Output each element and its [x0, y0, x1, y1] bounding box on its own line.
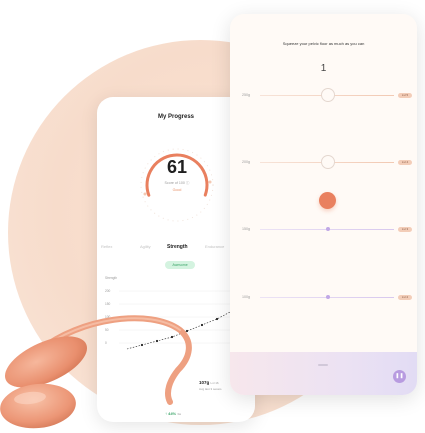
- tab-endurance[interactable]: Endurance: [205, 244, 224, 249]
- weight-label: 200g: [242, 160, 250, 164]
- target-ring: [321, 155, 335, 169]
- pause-icon: ❚❚: [395, 373, 404, 379]
- score-value: 61: [166, 157, 188, 177]
- squeeze-indicator: [319, 192, 336, 209]
- weight-label: 250g: [242, 93, 250, 97]
- rep-counter: 1: [320, 63, 327, 74]
- weight-label: 100g: [242, 295, 250, 299]
- tab-strength[interactable]: Strength: [167, 244, 188, 250]
- exercise-phone: Squeeze your pelvic floor as much as you…: [230, 14, 417, 395]
- pause-button[interactable]: ❚❚: [393, 370, 406, 383]
- level-badge: Lvl 2: [398, 295, 412, 300]
- weight-label: 150g: [242, 227, 250, 231]
- strength-value: 107g Lvl 16: [199, 380, 219, 385]
- level-dot: [326, 227, 330, 231]
- level-badge: Lvl 4: [398, 160, 412, 165]
- control-bar: ❚❚: [230, 352, 417, 395]
- level-badge: Lvl 5: [398, 93, 412, 98]
- tab-reflex[interactable]: Reflex: [101, 244, 112, 249]
- exercise-instruction: Squeeze your pelvic floor as much as you…: [282, 41, 365, 46]
- tab-agility[interactable]: Agility: [140, 244, 151, 249]
- score-status: Good: [172, 188, 182, 192]
- level-dot: [326, 295, 330, 299]
- kegel-device: [0, 315, 192, 429]
- strength-caption: Avg last 3 sessio: [199, 387, 222, 391]
- target-ring: [321, 88, 335, 102]
- score-caption: Score of 100 ⓘ: [164, 181, 190, 185]
- drag-handle[interactable]: [318, 364, 328, 366]
- level-badge: Lvl 3: [398, 227, 412, 232]
